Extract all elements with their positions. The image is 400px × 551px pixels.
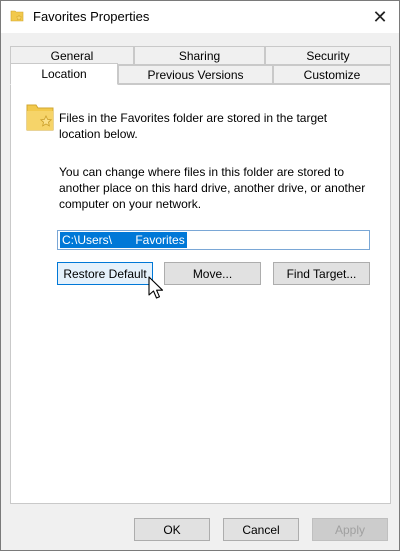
tab-security[interactable]: Security [265,46,391,65]
description-line-3: computer on your network. [59,197,202,211]
ok-button[interactable]: OK [134,518,210,541]
location-panel: Files in the Favorites folder are stored… [10,84,391,504]
apply-button[interactable]: Apply [312,518,388,541]
mouse-pointer-icon [148,276,164,299]
description-line-1: You can change where files in this folde… [59,165,345,179]
find-target-button[interactable]: Find Target... [273,262,370,285]
restore-default-button[interactable]: Restore Default [57,262,153,285]
properties-window: Favorites Properties ✕ General Sharing S… [0,0,400,551]
cancel-button[interactable]: Cancel [223,518,299,541]
window-title: Favorites Properties [33,9,150,24]
folder-star-icon [10,10,24,22]
tab-location[interactable]: Location [10,63,118,85]
tab-customize[interactable]: Customize [273,65,391,84]
tab-previous-versions[interactable]: Previous Versions [118,65,273,84]
close-button[interactable]: ✕ [361,1,399,33]
title-bar[interactable]: Favorites Properties ✕ [1,1,399,33]
tab-sharing[interactable]: Sharing [134,46,265,65]
close-icon: ✕ [372,6,388,27]
target-path-value: C:\Users\ Favorites [60,232,187,248]
target-path-input[interactable]: C:\Users\ Favorites [57,230,370,250]
description-line-2: another place on this hard drive, anothe… [59,181,366,195]
folder-star-icon [26,104,54,131]
move-button[interactable]: Move... [164,262,261,285]
intro-text-line-2: location below. [59,127,138,141]
intro-text-line-1: Files in the Favorites folder are stored… [59,111,328,125]
